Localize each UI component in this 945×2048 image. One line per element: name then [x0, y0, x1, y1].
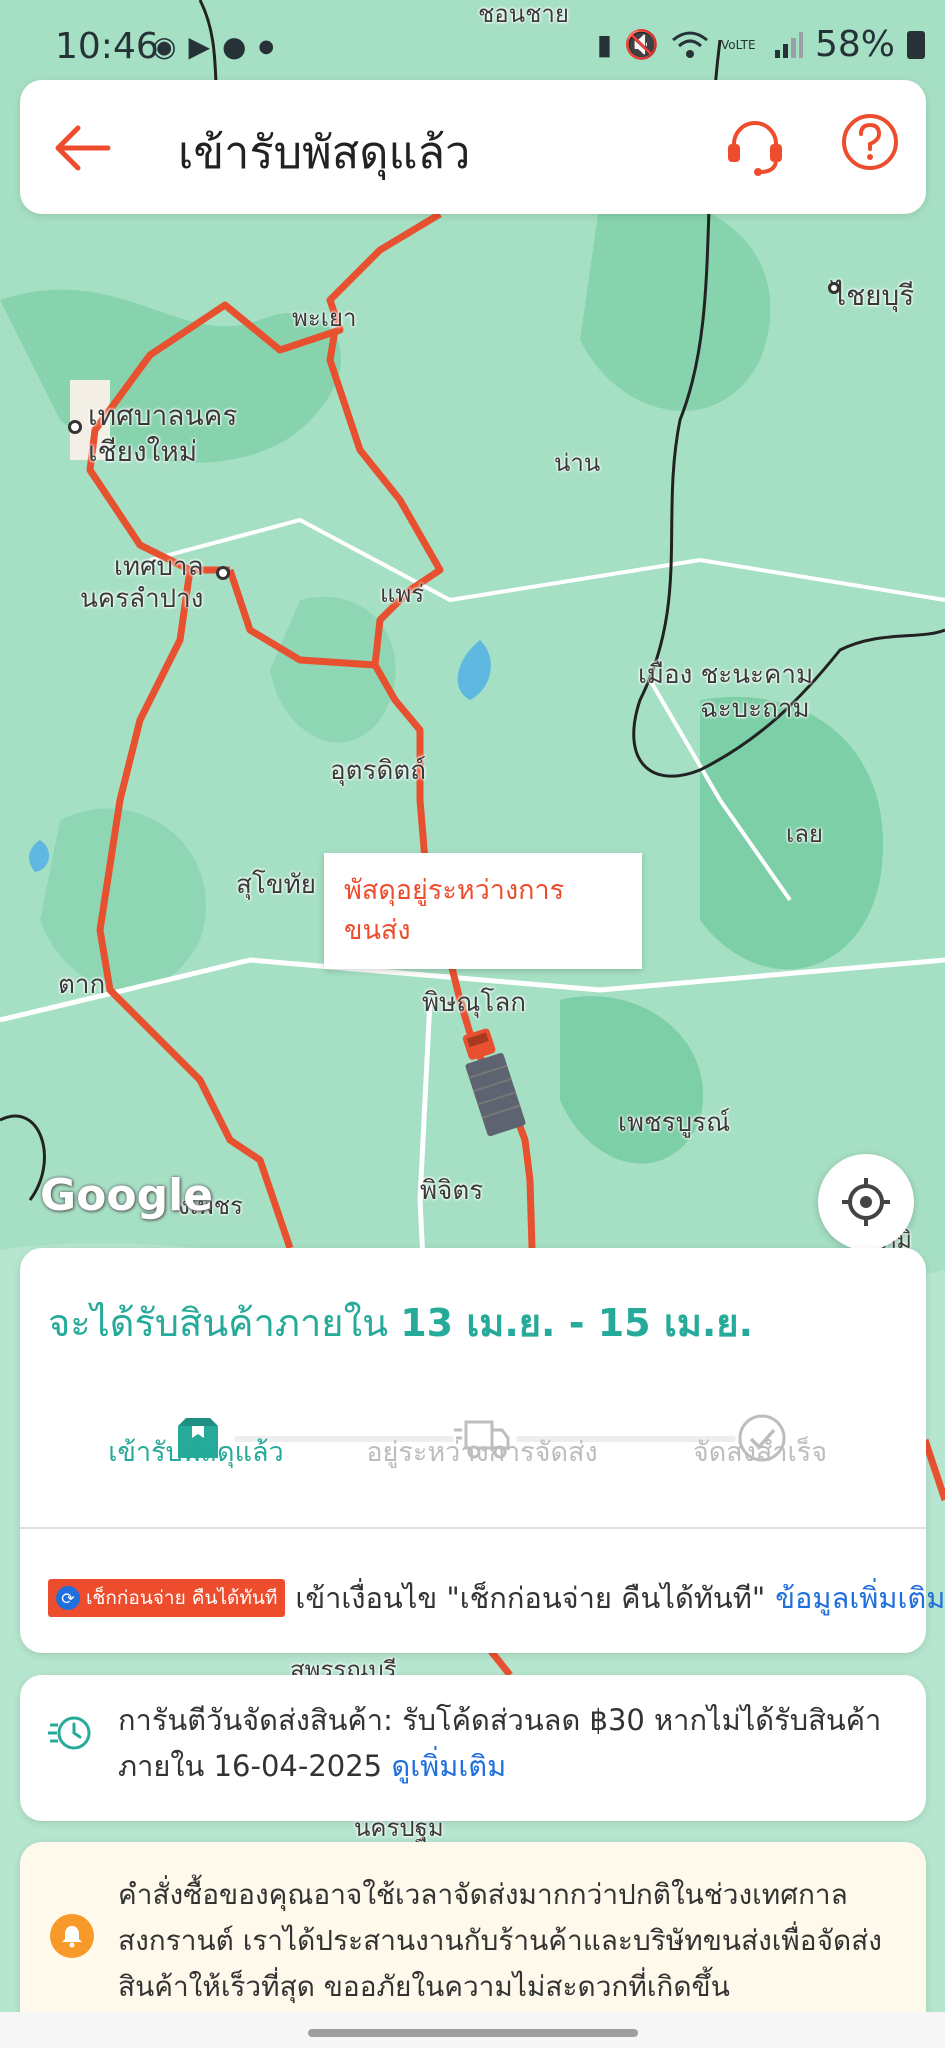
badge-text: เช็กก่อนจ่าย คืนได้ทันที [86, 1587, 278, 1609]
step-label-delivered: จัดส่งสำเร็จ [692, 1437, 828, 1468]
truck-icon [462, 1028, 526, 1137]
back-arrow-icon[interactable] [50, 116, 114, 180]
guarantee-text-block: การันตีวันจัดส่งสินค้า: รับโค้ดส่วนลด ฿3… [118, 1697, 898, 1789]
page-title: เข้ารับพัสดุแล้ว [178, 126, 471, 179]
google-logo: Google [40, 1170, 213, 1221]
map-label: แพร่ [380, 580, 425, 608]
map-label: ไชยบุรี [832, 279, 915, 312]
status-time: 10:46 [55, 26, 159, 67]
clock-fast-icon [48, 1716, 91, 1750]
help-icon[interactable] [840, 112, 900, 172]
status-bar: 10:46 ◉ ▶ ● ● ▮ 🔇 VoLTE 58% [0, 0, 945, 92]
delivery-guarantee-card[interactable]: การันตีวันจัดส่งสินค้า: รับโค้ดส่วนลด ฿3… [20, 1675, 926, 1821]
step-label-in-transit: อยู่ระหว่างการจัดส่ง [366, 1437, 598, 1468]
customer-support-icon[interactable] [724, 116, 786, 178]
dot-icon: ● [258, 36, 275, 57]
eta-prefix: จะได้รับสินค้าภายใน [48, 1301, 389, 1345]
eta-dates: 13 เม.ย. - 15 เม.ย. [400, 1301, 754, 1345]
map-label: พิจิตร [420, 1176, 484, 1206]
header-bar: เข้ารับพัสดุแล้ว [20, 80, 926, 214]
notification-icons: ◉ ▶ ● ● [152, 30, 274, 63]
check-before-pay-badge: ⟳ เช็กก่อนจ่าย คืนได้ทันที [48, 1579, 286, 1617]
in-transit-bubble: พัสดุอยู่ระหว่างการขนส่ง [324, 853, 642, 969]
divider [20, 1527, 926, 1529]
map-label: เชียงใหม่ [88, 435, 198, 468]
notice-text: คำสั่งซื้อของคุณอาจใช้เวลาจัดส่งมากกว่าป… [118, 1878, 882, 2003]
check-before-pay-row[interactable]: ⟳ เช็กก่อนจ่าย คืนได้ทันที เข้าเงื่อนไข … [48, 1575, 945, 1621]
messenger-icon: ◉ [152, 30, 177, 63]
system-nav-bar [0, 2012, 945, 2048]
map-label: พะเยา [292, 304, 357, 332]
step-label-picked-up: เข้ารับพัสดุแล้ว [108, 1437, 284, 1468]
map-label: อุตรดิตถ์ [330, 756, 426, 786]
map-label: ตาก [58, 970, 106, 1000]
map-location-dot [828, 282, 840, 294]
map-label: เลย [786, 820, 823, 848]
order-tracking-screen: ชอนชาย พะเยา ไชยบุรี เทศบาลนคร เชียงใหม่… [0, 0, 945, 2048]
battery-icon [907, 30, 925, 59]
map-label: ฉะบะถาม [700, 694, 810, 724]
delivery-status-card: จะได้รับสินค้าภายใน 13 เม.ย. - 15 เม.ย. [20, 1248, 945, 1653]
chat-icon: ● [221, 30, 247, 63]
home-gesture-handle[interactable] [308, 2029, 638, 2037]
more-info-link[interactable]: ข้อมูลเพิ่มเติม [775, 1575, 945, 1621]
battery-percent: 58% [814, 24, 895, 65]
map-label: เพชรบูรณ์ [618, 1108, 731, 1138]
promo-text: เข้าเงื่อนไข "เช็กก่อนจ่าย คืนได้ทันที" [295, 1581, 766, 1615]
mute-icon: 🔇 [624, 28, 659, 61]
signal-icon [774, 31, 803, 58]
bell-icon [50, 1914, 94, 1958]
see-more-link[interactable]: ดูเพิ่มเติม [391, 1749, 506, 1783]
eta-text: จะได้รับสินค้าภายใน 13 เม.ย. - 15 เม.ย. [48, 1292, 753, 1353]
map-label: สุโขทัย [236, 870, 316, 900]
my-location-icon [842, 1178, 890, 1226]
status-right: ▮ 🔇 VoLTE 58% [597, 24, 925, 65]
map-label: นครลำปาง [80, 584, 204, 614]
youtube-icon: ▶ [188, 30, 210, 63]
map-location-dot [216, 566, 230, 580]
map-label: พิษณุโลก [422, 988, 527, 1018]
refresh-icon: ⟳ [56, 1586, 80, 1610]
wifi-icon [672, 31, 708, 58]
volte-icon: VoLTE [720, 37, 756, 52]
my-location-button[interactable] [818, 1154, 914, 1250]
map-label: น่าน [554, 449, 601, 477]
sim-icon: ▮ [596, 28, 613, 61]
map-location-dot [68, 420, 82, 434]
